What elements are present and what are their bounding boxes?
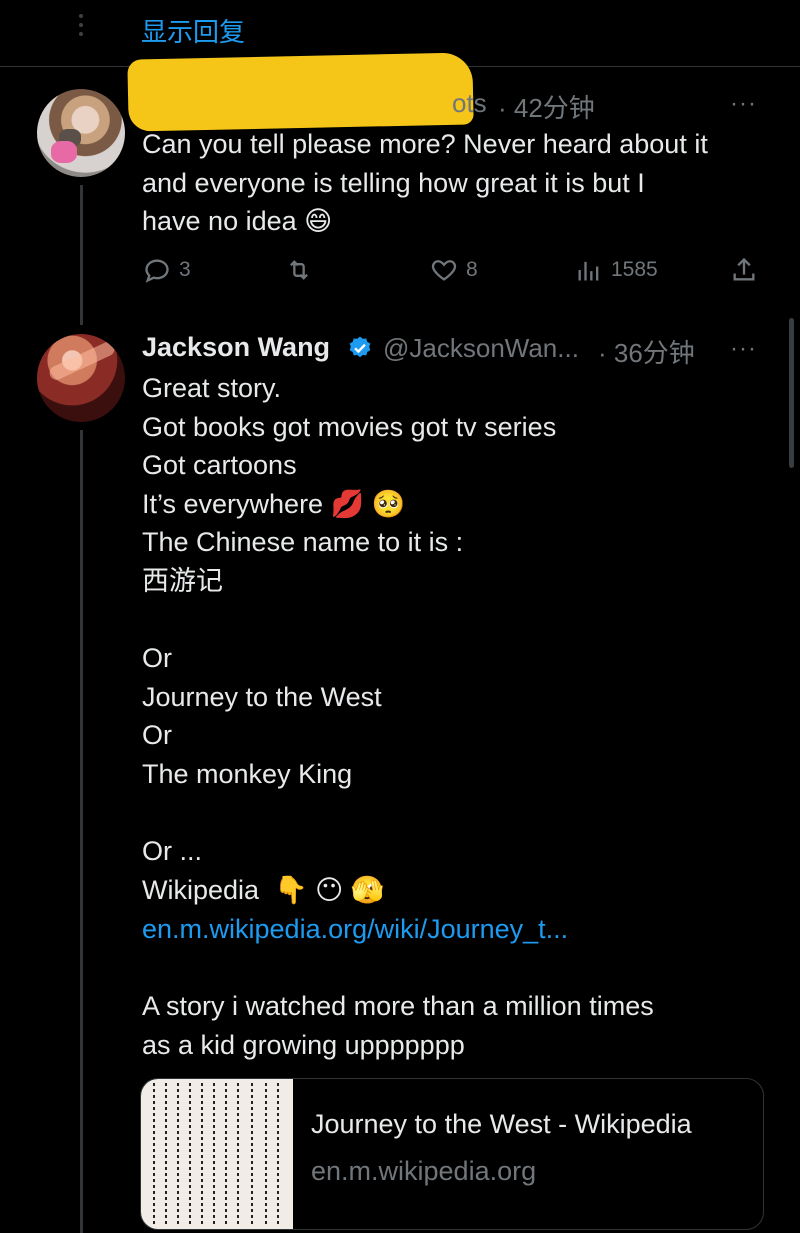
tweet-text: Can you tell please more? Never heard ab… (142, 129, 708, 237)
like-count: 8 (466, 258, 478, 281)
retweet-button[interactable] (285, 255, 321, 285)
handle[interactable]: @JacksonWan... (383, 333, 579, 364)
retweet-icon (290, 260, 308, 280)
reply-count: 3 (179, 258, 191, 281)
display-name[interactable]: Jackson Wang (142, 332, 330, 363)
reply-icon (145, 259, 169, 283)
like-button[interactable]: 8 (430, 255, 478, 285)
views-count: 1585 (611, 258, 658, 281)
reply-button[interactable]: 3 (143, 255, 191, 285)
avatar[interactable] (37, 334, 125, 422)
thread-view: 显示回复 ots · 42分钟 ··· Can you tell please … (0, 0, 800, 1233)
show-replies-link[interactable]: 显示回复 (141, 12, 245, 49)
handle-suffix: ots (452, 88, 487, 118)
views-button[interactable]: 1585 (575, 255, 658, 285)
share-button[interactable] (730, 255, 766, 285)
tweet-time[interactable]: · 36分钟 (598, 333, 695, 370)
views-icon (578, 261, 599, 281)
wikipedia-link[interactable]: en.m.wikipedia.org/wiki/Journey_t... (142, 910, 568, 949)
share-icon (733, 257, 755, 281)
heart-icon (431, 260, 457, 281)
scrollbar[interactable] (789, 318, 794, 468)
tweet-time[interactable]: · 42分钟 (498, 88, 595, 125)
thread-connector (80, 430, 83, 1233)
thread-connector (80, 185, 83, 325)
more-options-icon[interactable]: ··· (730, 90, 757, 118)
thread-dots-icon (76, 14, 86, 40)
card-domain: en.m.wikipedia.org (311, 1156, 537, 1186)
verified-badge-icon (349, 336, 371, 358)
card-thumbnail (141, 1079, 293, 1229)
avatar[interactable] (37, 89, 125, 177)
tweet-text-continued: A story i watched more than a million ti… (142, 991, 654, 1060)
more-options-icon[interactable]: ··· (730, 335, 757, 363)
link-preview-card[interactable]: Journey to the West - Wikipedia en.m.wik… (140, 1078, 764, 1230)
card-title: Journey to the West - Wikipedia (311, 1109, 692, 1139)
tweet-text: Great story. Got books got movies got tv… (142, 373, 557, 905)
redaction-mark (127, 52, 474, 132)
